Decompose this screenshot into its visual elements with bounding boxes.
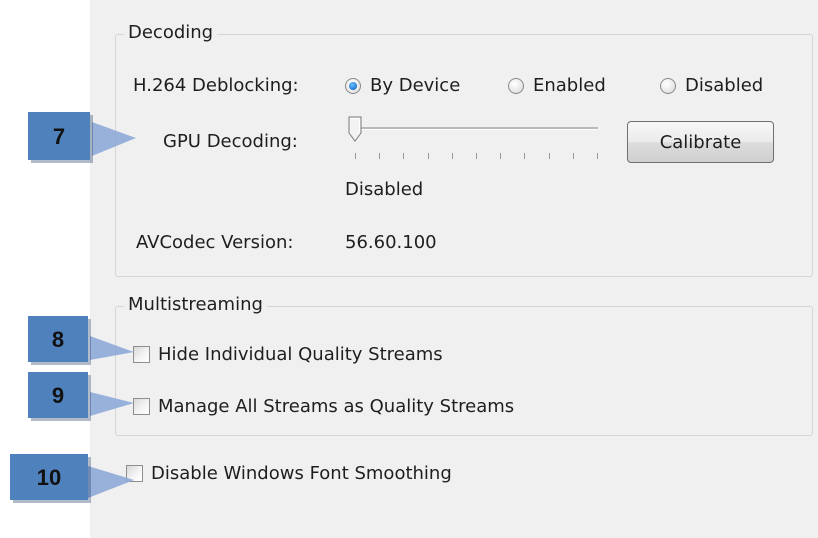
slider-thumb[interactable] <box>348 116 362 142</box>
callout-9-text: 9 <box>52 383 64 408</box>
deblocking-radio-disabled[interactable]: Disabled <box>660 75 763 96</box>
radio-selected-icon <box>345 77 361 94</box>
slider-tick <box>355 153 356 159</box>
multistreaming-legend: Multistreaming <box>124 294 267 315</box>
slider-tick <box>500 153 502 159</box>
radio-unselected-icon <box>660 77 676 94</box>
avcodec-label: AVCodec Version: <box>136 232 294 253</box>
slider-tick <box>427 153 429 159</box>
deblocking-label: H.264 Deblocking: <box>133 75 299 96</box>
radio-unselected-icon <box>508 77 524 94</box>
decoding-legend: Decoding <box>124 22 218 43</box>
disable-font-smoothing-checkbox[interactable]: Disable Windows Font Smoothing <box>126 463 452 484</box>
callout-8: 8 <box>28 316 134 365</box>
slider-tick <box>597 153 598 159</box>
deblocking-radio-by-device[interactable]: By Device <box>345 75 460 96</box>
callout-8-text: 8 <box>52 327 64 352</box>
slider-tick <box>476 153 477 159</box>
gpu-decoding-value: Disabled <box>345 179 424 200</box>
manage-streams-checkbox[interactable]: Manage All Streams as Quality Streams <box>133 396 514 417</box>
hide-quality-streams-checkbox[interactable]: Hide Individual Quality Streams <box>133 344 443 365</box>
radio-label: Disabled <box>685 75 764 96</box>
calibrate-button[interactable]: Calibrate <box>627 121 774 163</box>
slider-tick <box>379 153 381 159</box>
radio-label: By Device <box>370 75 461 96</box>
gpu-decoding-slider[interactable] <box>340 110 610 166</box>
avcodec-value: 56.60.100 <box>345 232 437 253</box>
slider-tick <box>403 153 405 159</box>
callout-10: 10 <box>10 454 134 503</box>
slider-track <box>355 127 598 130</box>
slider-tick <box>524 153 526 159</box>
slider-tick <box>451 153 453 159</box>
checkbox-label: Disable Windows Font Smoothing <box>151 463 452 484</box>
callout-9: 9 <box>28 372 134 421</box>
callout-10-text: 10 <box>37 465 61 490</box>
gpu-decoding-label: GPU Decoding: <box>163 131 298 152</box>
slider-tick <box>572 153 574 159</box>
slider-tick <box>548 153 550 159</box>
deblocking-radio-enabled[interactable]: Enabled <box>508 75 606 96</box>
checkbox-label: Manage All Streams as Quality Streams <box>158 396 515 417</box>
callout-7: 7 <box>28 112 136 163</box>
checkbox-label: Hide Individual Quality Streams <box>158 344 443 365</box>
radio-label: Enabled <box>533 75 606 96</box>
callout-7-text: 7 <box>53 124 65 149</box>
